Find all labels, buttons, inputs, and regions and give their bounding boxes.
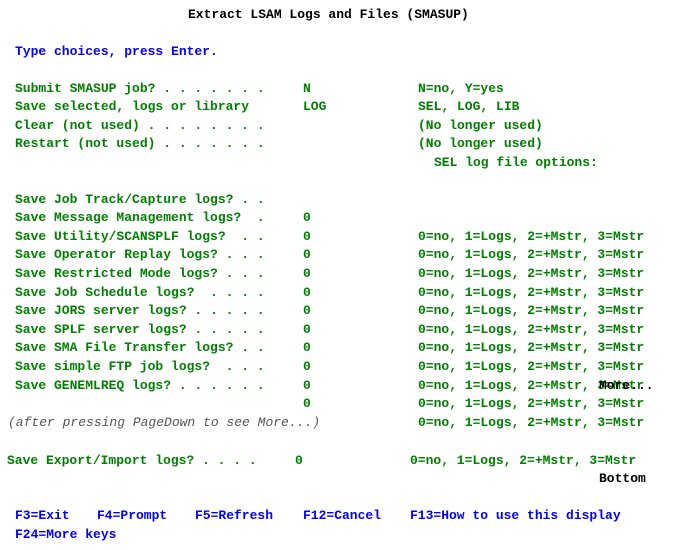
option-input[interactable]: 0 bbox=[303, 395, 311, 414]
field-label-save-selected: Save selected, logs or library bbox=[15, 99, 250, 114]
log-options-list: Save Job Track/Capture logs? . . 0 0=no,… bbox=[0, 172, 677, 430]
instructions: Type choices, press Enter. bbox=[15, 44, 218, 59]
screen-title: Extract LSAM Logs and Files (SMASUP) bbox=[188, 7, 469, 22]
field-label-restart: Restart (not used) . . . . . . . bbox=[15, 136, 265, 151]
option-hint: 0=no, 1=Logs, 2=+Mstr, 3=Mstr bbox=[418, 414, 645, 430]
f12-cancel-key[interactable]: F12=Cancel bbox=[303, 507, 381, 526]
f4-prompt-key[interactable]: F4=Prompt bbox=[97, 507, 167, 526]
field-hint-submit: N=no, Y=yes bbox=[418, 81, 504, 96]
field-input-submit[interactable]: N bbox=[303, 80, 311, 99]
f13-help-key[interactable]: F13=How to use this display bbox=[410, 507, 621, 526]
field-label-submit: Submit SMASUP job? . . . . . . . bbox=[15, 81, 265, 96]
field-input-save-selected[interactable]: LOG bbox=[303, 98, 326, 117]
export-option-input[interactable]: 0 bbox=[295, 452, 303, 471]
bottom-indicator: Bottom bbox=[599, 471, 646, 486]
field-hint-save-selected: SEL, LOG, LIB bbox=[418, 99, 520, 114]
f3-exit-key[interactable]: F3=Exit bbox=[15, 507, 70, 526]
field-hint-restart: (No longer used) bbox=[418, 136, 543, 151]
f5-refresh-key[interactable]: F5=Refresh bbox=[195, 507, 273, 526]
export-option-hint: 0=no, 1=Logs, 2=+Mstr, 3=Mstr bbox=[410, 453, 637, 468]
field-label-clear: Clear (not used) . . . . . . . . bbox=[15, 118, 265, 133]
f24-more-keys[interactable]: F24=More keys bbox=[15, 526, 116, 545]
more-indicator: More... bbox=[599, 378, 654, 393]
page-note: (after pressing PageDown to see More...) bbox=[8, 415, 321, 430]
field-hint-clear: (No longer used) bbox=[418, 118, 543, 133]
export-option-label: Save Export/Import logs? . . . . bbox=[7, 453, 257, 468]
option-label: Save GENEMLREQ logs? . . . . . . bbox=[15, 377, 265, 393]
sel-options-heading: SEL log file options: bbox=[434, 155, 598, 170]
list-item: Save GENEMLREQ logs? . . . . . . 0 0=no,… bbox=[0, 358, 677, 451]
